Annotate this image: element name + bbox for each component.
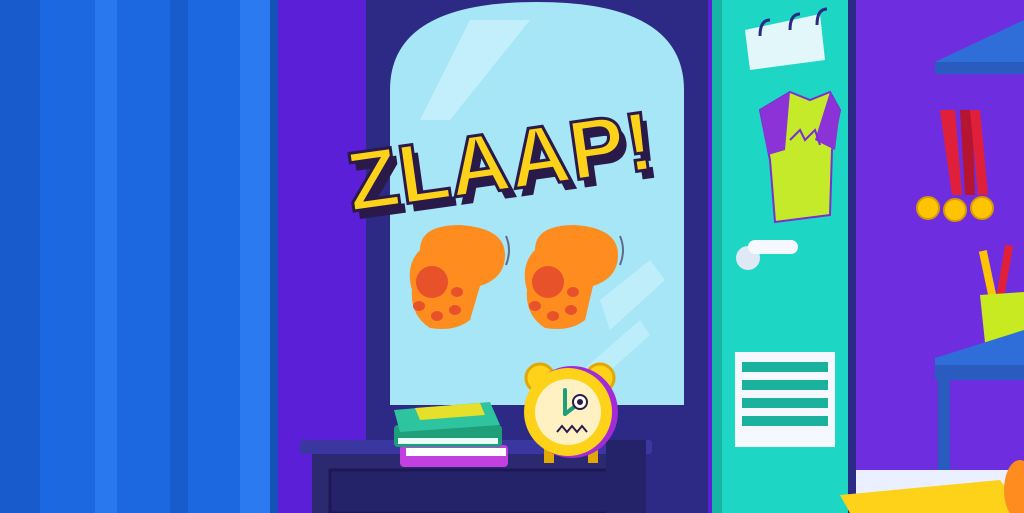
books-stack	[394, 402, 508, 467]
game-scene: ZLAAP! ZLAAP!	[0, 0, 1024, 513]
locker-door	[712, 0, 856, 513]
locker-vent	[735, 352, 835, 447]
curtain	[0, 0, 278, 513]
room-illustration	[0, 0, 1024, 513]
